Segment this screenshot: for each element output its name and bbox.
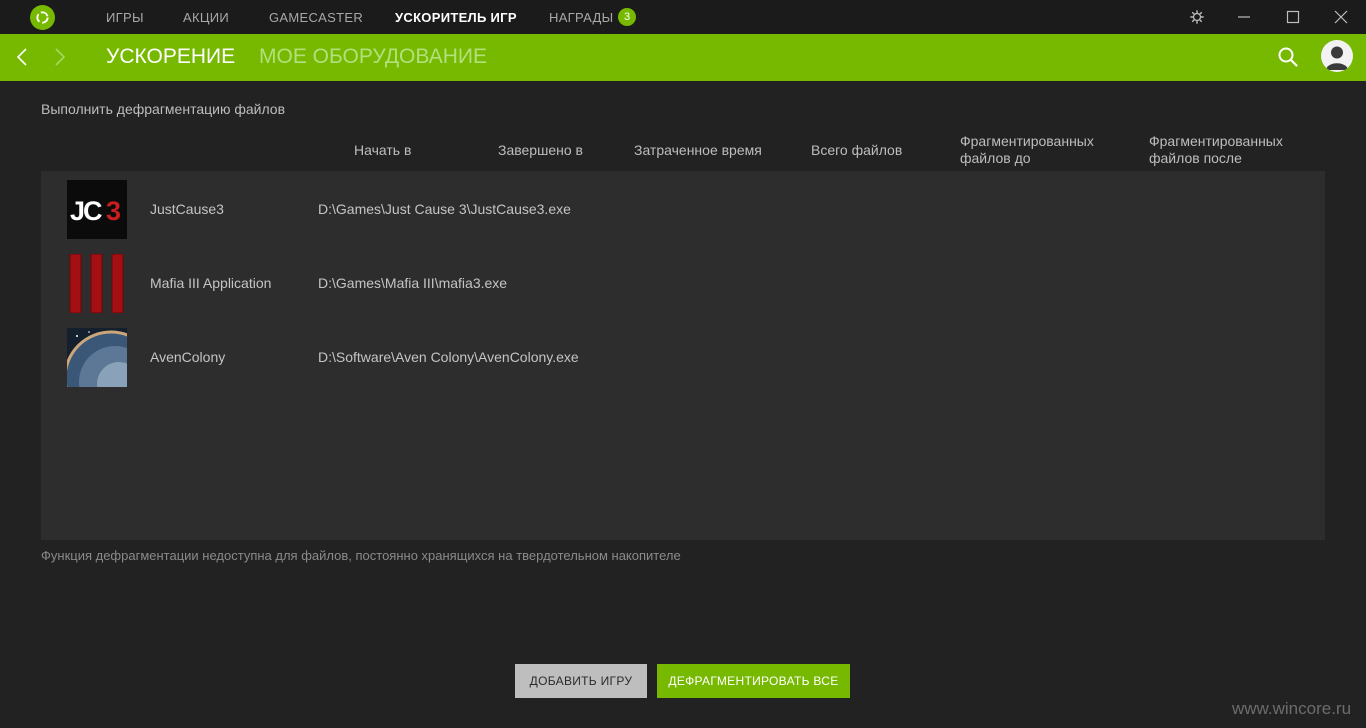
- tab-games[interactable]: ИГРЫ: [106, 10, 144, 25]
- game-name: Mafia III Application: [150, 275, 272, 291]
- column-fragmented-before-line2: файлов до: [960, 150, 1031, 166]
- tab-game-booster[interactable]: УСКОРИТЕЛЬ ИГР: [395, 10, 517, 25]
- title-bar: ИГРЫ АКЦИИ GAMECASTER УСКОРИТЕЛЬ ИГР НАГ…: [0, 0, 1366, 34]
- rewards-count-badge: 3: [618, 8, 636, 26]
- watermark: www.wincore.ru: [1232, 699, 1352, 718]
- avatar-icon[interactable]: [1321, 40, 1353, 72]
- games-list: JC 3 JustCause3 D:\Games\Just Cause 3\Ju…: [41, 171, 1325, 540]
- game-row-justcause3[interactable]: JC 3 JustCause3 D:\Games\Just Cause 3\Ju…: [41, 171, 1325, 239]
- nvidia-logo-icon[interactable]: [30, 5, 55, 30]
- svg-text:3: 3: [106, 196, 121, 226]
- column-start: Начать в: [354, 142, 412, 158]
- column-elapsed: Затраченное время: [634, 142, 762, 158]
- back-arrow-icon[interactable]: [12, 47, 32, 67]
- maximize-icon[interactable]: [1284, 8, 1302, 26]
- column-finished: Завершено в: [498, 142, 583, 158]
- tab-rewards[interactable]: НАГРАДЫ: [549, 10, 613, 25]
- svg-text:JC: JC: [70, 196, 102, 226]
- column-fragmented-before: Фрагментированных файлов до: [960, 133, 1094, 167]
- ssd-notice: Функция дефрагментации недоступна для фа…: [41, 548, 681, 563]
- game-name: JustCause3: [150, 201, 224, 217]
- tab-acceleration[interactable]: УСКОРЕНИЕ: [106, 45, 235, 69]
- defragment-all-button[interactable]: ДЕФРАГМЕНТИРОВАТЬ ВСЕ: [657, 664, 850, 698]
- game-path: D:\Games\Mafia III\mafia3.exe: [318, 275, 508, 291]
- sub-navigation-bar: УСКОРЕНИЕ МОЕ ОБОРУДОВАНИЕ: [0, 34, 1366, 81]
- forward-arrow-icon[interactable]: [50, 47, 70, 67]
- column-fragmented-after: Фрагментированных файлов после: [1149, 133, 1283, 167]
- minimize-icon[interactable]: [1235, 8, 1253, 26]
- tab-gamecaster[interactable]: GAMECASTER: [269, 10, 363, 25]
- column-fragmented-after-line1: Фрагментированных: [1149, 133, 1283, 149]
- close-icon[interactable]: [1332, 8, 1350, 26]
- avencolony-game-icon: [67, 328, 127, 387]
- game-path: D:\Software\Aven Colony\AvenColony.exe: [318, 349, 579, 365]
- tab-deals[interactable]: АКЦИИ: [183, 10, 229, 25]
- column-fragmented-before-line1: Фрагментированных: [960, 133, 1094, 149]
- tab-my-hardware[interactable]: МОЕ ОБОРУДОВАНИЕ: [259, 45, 487, 69]
- game-name: AvenColony: [150, 349, 226, 365]
- game-path: D:\Games\Just Cause 3\JustCause3.exe: [318, 201, 571, 217]
- search-icon[interactable]: [1277, 46, 1299, 68]
- add-game-button[interactable]: ДОБАВИТЬ ИГРУ: [515, 664, 647, 698]
- mafia3-game-icon: [67, 254, 127, 313]
- section-title: Выполнить дефрагментацию файлов: [41, 101, 286, 117]
- settings-icon[interactable]: [1188, 8, 1206, 26]
- column-total-files: Всего файлов: [811, 142, 903, 158]
- game-row-avencolony[interactable]: AvenColony D:\Software\Aven Colony\AvenC…: [41, 319, 1325, 387]
- game-row-mafia3[interactable]: Mafia III Application D:\Games\Mafia III…: [41, 245, 1325, 313]
- column-fragmented-after-line2: файлов после: [1149, 150, 1242, 166]
- justcause3-game-icon: JC 3: [67, 180, 127, 239]
